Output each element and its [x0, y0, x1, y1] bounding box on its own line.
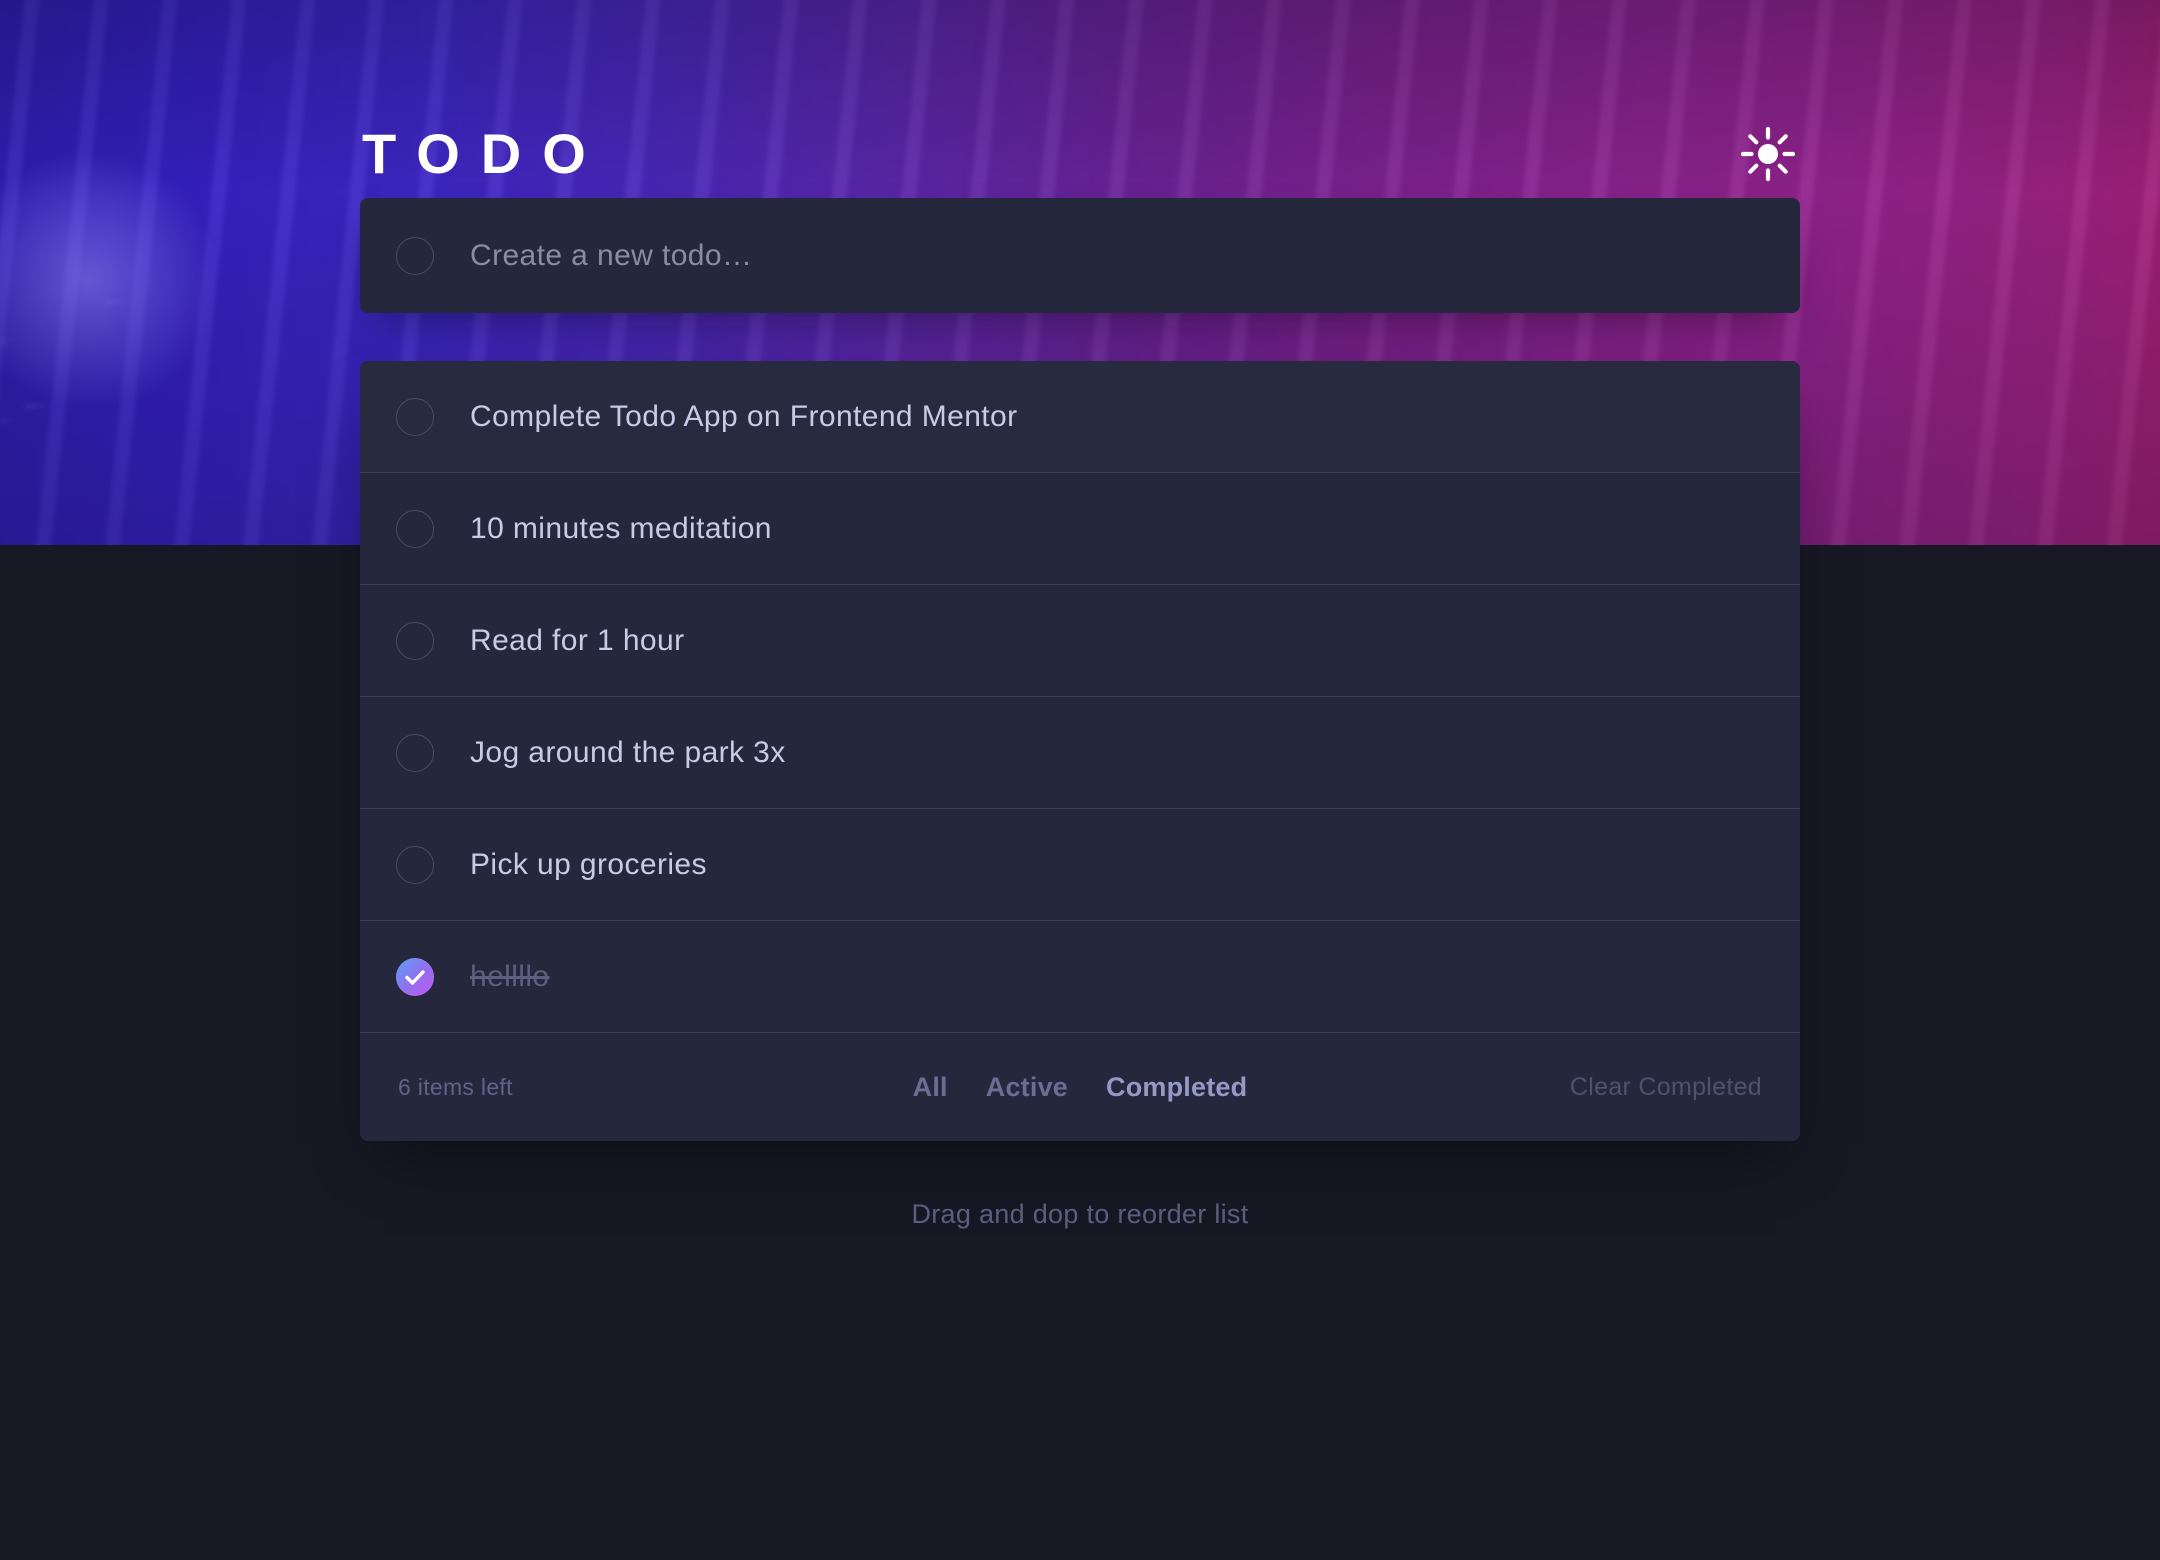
sun-icon[interactable] [1740, 126, 1796, 182]
app-header: TODO [360, 0, 1800, 190]
empty-circle-icon[interactable] [396, 621, 434, 660]
filter-all[interactable]: All [913, 1072, 948, 1103]
empty-circle-icon[interactable] [396, 509, 434, 548]
todo-label: Jog around the park 3x [470, 735, 786, 769]
reorder-hint: Drag and dop to reorder list [911, 1199, 1249, 1229]
todo-label: 10 minutes meditation [470, 511, 772, 545]
todo-label: Pick up groceries [470, 847, 707, 881]
todo-item-1[interactable]: Complete Todo App on Frontend Mentor [360, 361, 1800, 473]
todo-label: hellllo [470, 959, 550, 993]
empty-circle-icon[interactable] [396, 236, 434, 275]
empty-circle-icon[interactable] [396, 845, 434, 884]
new-todo-card [360, 198, 1800, 313]
filter-completed[interactable]: Completed [1106, 1072, 1247, 1103]
todo-item-5[interactable]: Pick up groceries [360, 809, 1800, 921]
new-todo-input[interactable] [470, 198, 1800, 313]
list-footer: 6 items left All Active Completed Clear … [360, 1033, 1800, 1141]
todo-label: Read for 1 hour [470, 623, 685, 657]
empty-circle-icon[interactable] [396, 733, 434, 772]
app-container: TODO Comple [360, 0, 1800, 1230]
filter-active[interactable]: Active [986, 1072, 1068, 1103]
todo-item-4[interactable]: Jog around the park 3x [360, 697, 1800, 809]
items-left-count: 6 items left [398, 1073, 513, 1100]
empty-circle-icon[interactable] [396, 397, 434, 436]
todo-item-2[interactable]: 10 minutes meditation [360, 473, 1800, 585]
check-circle-icon[interactable] [396, 957, 434, 996]
page-title: TODO [362, 122, 607, 185]
todo-item-6[interactable]: hellllo [360, 921, 1800, 1033]
todo-item-3[interactable]: Read for 1 hour [360, 585, 1800, 697]
todo-label: Complete Todo App on Frontend Mentor [470, 399, 1018, 433]
clear-completed-button[interactable]: Clear Completed [1570, 1073, 1762, 1102]
todo-list: Complete Todo App on Frontend Mentor 10 … [360, 361, 1800, 1141]
